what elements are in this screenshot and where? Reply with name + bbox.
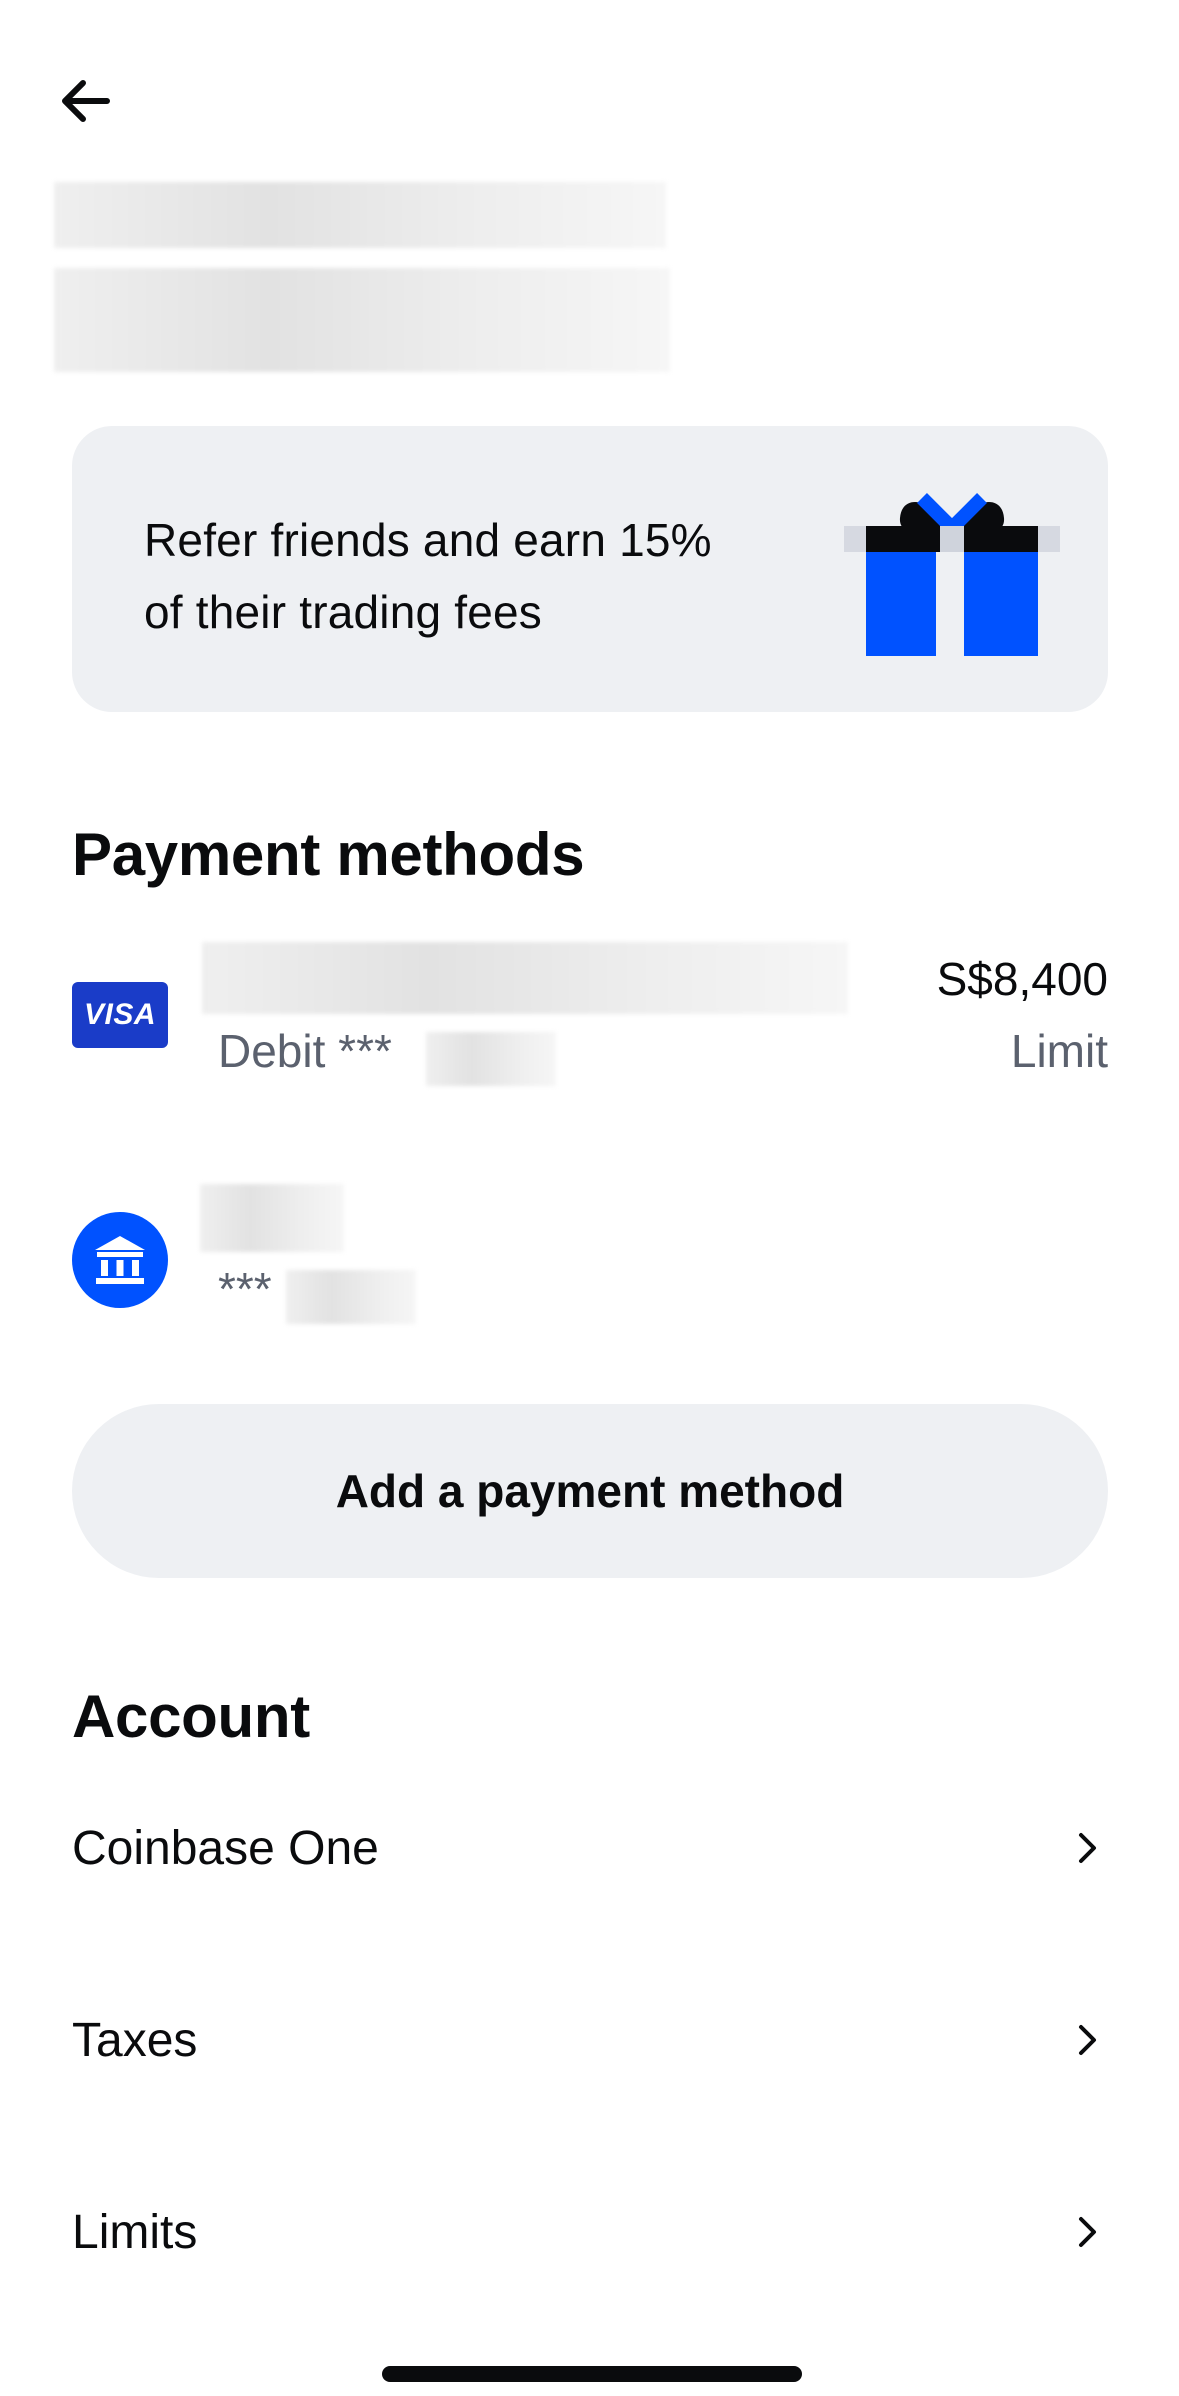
redacted-bank-name [200, 1184, 344, 1252]
referral-text-line1: Refer friends and earn 15% [144, 514, 712, 566]
referral-text-line2: of their trading fees [144, 586, 542, 638]
redacted-bank-digits [286, 1270, 416, 1324]
back-button[interactable] [52, 70, 118, 136]
gift-icon [842, 488, 1062, 658]
visa-card-icon: VISA [72, 982, 168, 1048]
card-subtitle: Debit *** [218, 1025, 392, 1077]
redacted-account-value [54, 268, 670, 372]
account-item-limits[interactable]: Limits [72, 2172, 1108, 2292]
bank-subtitle: *** [218, 1263, 272, 1315]
redacted-card-name [202, 942, 848, 1014]
chevron-right-icon [1068, 1828, 1108, 1868]
redacted-account-name [54, 182, 666, 248]
bank-icon [72, 1212, 168, 1308]
account-item-label: Coinbase One [72, 1821, 379, 1875]
redacted-card-digits [426, 1032, 556, 1086]
card-limit-amount: S$8,400 [936, 953, 1108, 1005]
arrow-left-icon [57, 77, 113, 130]
payment-methods-title: Payment methods [72, 821, 585, 888]
payment-method-bank[interactable]: *** [72, 1176, 1108, 1326]
payment-method-visa[interactable]: VISA Debit *** S$8,400 Limit [72, 940, 1108, 1090]
account-title: Account [72, 1683, 310, 1750]
home-indicator[interactable] [382, 2366, 802, 2382]
add-payment-method-button[interactable]: Add a payment method [72, 1404, 1108, 1578]
referral-text: Refer friends and earn 15% of their trad… [144, 504, 864, 648]
account-item-label: Taxes [72, 2013, 198, 2067]
chevron-right-icon [1068, 2020, 1108, 2060]
card-limit-label: Limit [1010, 1025, 1108, 1077]
chevron-right-icon [1068, 2212, 1108, 2252]
referral-card[interactable]: Refer friends and earn 15% of their trad… [72, 426, 1108, 712]
account-item-label: Limits [72, 2205, 198, 2259]
account-item-taxes[interactable]: Taxes [72, 1980, 1108, 2100]
account-item-coinbase-one[interactable]: Coinbase One [72, 1788, 1108, 1908]
